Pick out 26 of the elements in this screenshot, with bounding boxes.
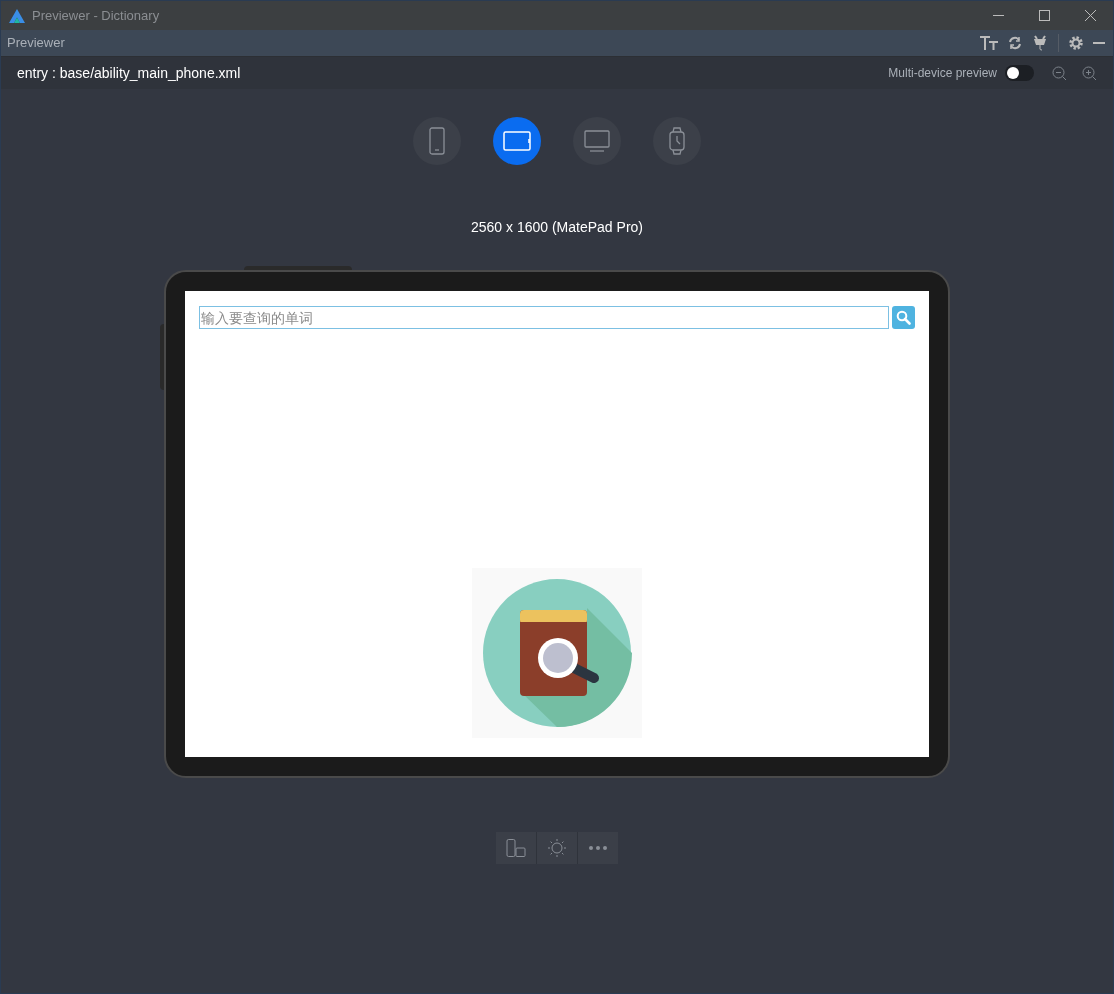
maximize-icon [1038,10,1050,21]
font-size-icon[interactable] [980,36,998,50]
refresh-icon[interactable] [1008,36,1022,50]
phone-icon [429,127,445,155]
device-button[interactable] [493,117,541,165]
tablet-icon [503,131,531,151]
app-logo-icon [9,8,25,23]
close-icon [1084,10,1096,21]
more-icon [589,846,607,850]
monitor-icon [584,130,610,152]
window-title: Previewer - Dictionary [32,6,160,25]
panel-title: Previewer [7,34,65,53]
watch-icon [668,127,686,155]
search-field[interactable]: 输入要查询的单词 [199,306,889,329]
search-icon [896,310,911,325]
file-path: entry : base/ability_main_phone.xml [17,63,241,83]
zoom-out-icon[interactable] [1052,65,1067,81]
minimize-icon [992,15,1004,16]
resolution-label: 2560 x 1600 (MatePad Pro) [471,218,643,237]
multi-device-toggle[interactable] [1005,65,1034,81]
settings-icon[interactable] [1069,36,1083,50]
sun-icon [547,838,567,858]
devices-icon [506,839,526,857]
zoom-in-icon[interactable] [1082,65,1097,81]
multi-device-label: Multi-device preview [888,65,997,82]
search-button[interactable] [892,306,915,329]
